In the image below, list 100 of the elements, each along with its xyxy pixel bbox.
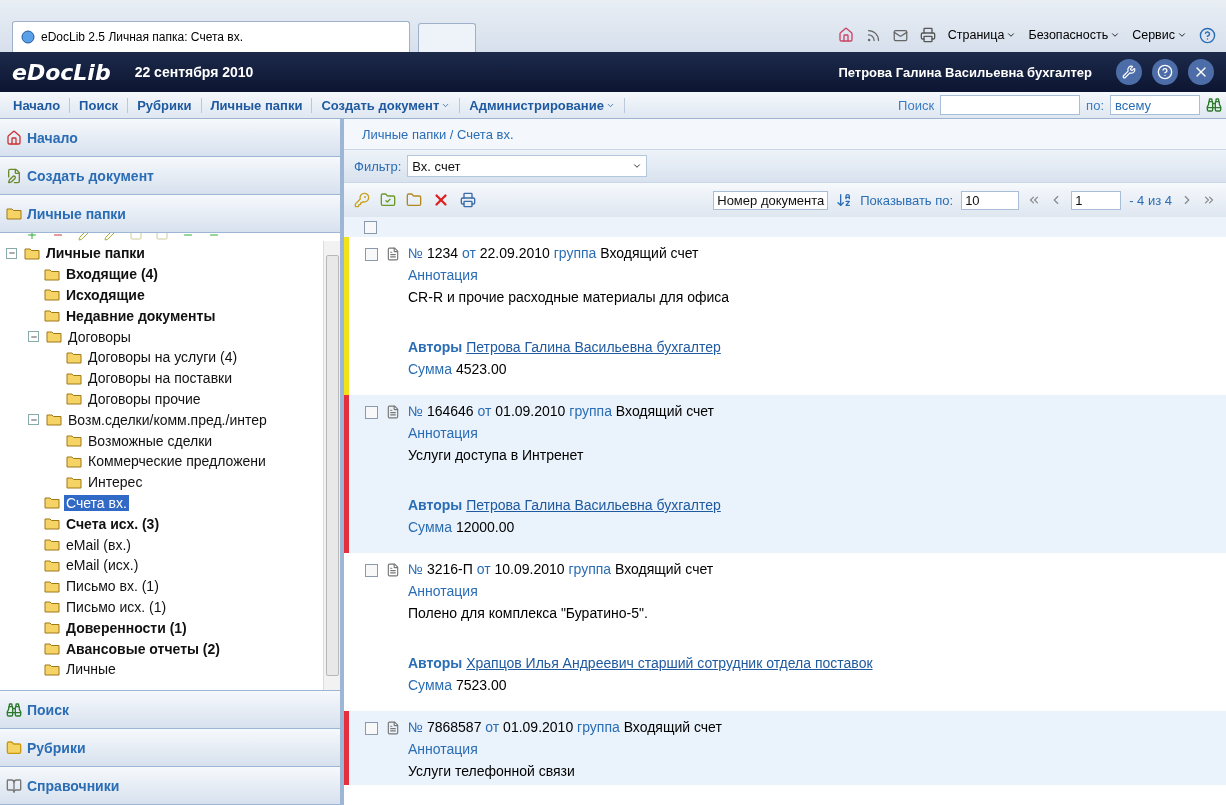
tree-item[interactable]: Личные <box>64 661 118 678</box>
folder-check-icon[interactable] <box>380 192 396 208</box>
menu-item[interactable]: Создать документ <box>312 97 461 113</box>
sidebar-section[interactable]: Создать документ <box>0 157 340 195</box>
tree-item[interactable]: Недавние документы <box>64 307 218 324</box>
annotation-text: Услуги доступа в Интренет <box>408 447 585 463</box>
annotation-label: Аннотация <box>408 425 479 441</box>
house-icon[interactable] <box>837 27 854 43</box>
tree-item[interactable]: Доверенности (1) <box>64 619 189 636</box>
tree-item[interactable]: Возм.сделки/комм.пред./интер <box>66 411 269 428</box>
tree-item[interactable]: Входящие (4) <box>64 266 160 283</box>
author-link[interactable]: Петрова Галина Васильевна бухгалтер <box>466 339 721 355</box>
browser-menu[interactable]: Сервис <box>1132 28 1187 42</box>
printer-icon[interactable] <box>460 192 476 208</box>
tree-item[interactable]: Авансовые отчеты (2) <box>64 640 222 657</box>
help-button[interactable] <box>1152 59 1178 85</box>
sidebar-section[interactable]: Поиск <box>0 691 340 729</box>
tree-item[interactable]: Коммерческие предложени <box>86 453 268 470</box>
settings-button[interactable] <box>1116 59 1142 85</box>
tree-item[interactable]: Счета исх. (3) <box>64 515 162 532</box>
tree-item[interactable]: eMail (исх.) <box>64 557 141 574</box>
search-field[interactable] <box>940 95 1081 115</box>
tree-item[interactable]: Интерес <box>86 474 145 491</box>
caret-icon <box>1110 30 1121 40</box>
section-label: Справочники <box>27 777 120 794</box>
sidebar-section[interactable]: Личные папки <box>0 195 340 233</box>
sidebar-section[interactable]: Рубрики <box>0 729 340 767</box>
row-checkbox[interactable] <box>365 722 378 735</box>
collapse-icon[interactable] <box>28 331 39 343</box>
sort-icon[interactable] <box>836 192 853 208</box>
menu-item[interactable]: Администрирование <box>460 97 625 113</box>
mail-icon[interactable] <box>892 27 908 43</box>
sidebar-section[interactable]: Начало <box>0 119 340 157</box>
row-checkbox[interactable] <box>365 406 378 419</box>
book-icon <box>6 777 22 794</box>
browser-menu[interactable]: Безопасность <box>1028 28 1121 42</box>
tree-item[interactable]: Письмо исх. (1) <box>64 598 169 615</box>
help-icon[interactable] <box>1199 26 1216 44</box>
browser-menu[interactable]: Страница <box>947 28 1017 42</box>
tree-item[interactable]: Возможные сделки <box>86 432 215 449</box>
menu-item[interactable]: Личные папки <box>201 97 313 113</box>
page-size-select[interactable]: 10 <box>961 190 1020 210</box>
annotation-label: Аннотация <box>408 583 479 599</box>
collapse-icon[interactable] <box>6 247 17 259</box>
app-logo: eDocLib <box>12 59 111 85</box>
tree-item[interactable]: Договоры на поставки <box>86 370 234 387</box>
author-link[interactable]: Храпцов Илья Андреевич старший сотрудник отдела поставок <box>466 655 873 671</box>
document-icon <box>386 563 400 577</box>
document-title: № 7868587 от 01.09.2010 группа Входящий счет <box>408 719 722 735</box>
filter-select[interactable]: Вх. счет <box>407 155 648 177</box>
annotation-label: Аннотация <box>408 741 479 757</box>
binoculars-icon <box>6 701 22 718</box>
scope-field[interactable]: всему <box>1110 95 1200 115</box>
delete-icon[interactable] <box>432 191 450 209</box>
select-all-checkbox[interactable] <box>364 220 377 234</box>
sum-line: Сумма 4523.00 <box>408 361 508 377</box>
feed-icon[interactable] <box>865 27 881 43</box>
close-button[interactable] <box>1188 59 1214 85</box>
row-checkbox[interactable] <box>365 564 378 577</box>
page-count: - 4 из 4 <box>1129 192 1172 208</box>
last-page-icon[interactable] <box>1202 193 1216 207</box>
menu-item[interactable]: Начало <box>4 97 71 113</box>
tree-item[interactable]: eMail (вх.) <box>64 536 133 553</box>
document-pencil-icon <box>6 167 22 184</box>
tree-item[interactable]: Договоры <box>66 328 133 345</box>
section-label: Создать документ <box>27 167 154 184</box>
filter-label: Фильтр: <box>354 158 402 174</box>
caret-icon <box>1006 30 1017 40</box>
menu-item[interactable]: Рубрики <box>128 97 202 113</box>
binoculars-icon[interactable] <box>1206 97 1222 113</box>
sort-field[interactable]: Номер документа <box>713 190 829 210</box>
tree-item[interactable]: Договоры прочие <box>86 390 203 407</box>
tree-item[interactable]: Счета вх. <box>64 494 129 511</box>
sum-line: Сумма 12000.00 <box>408 519 516 535</box>
tab-title: eDocLib 2.5 Личная папка: Счета вх. <box>41 30 243 44</box>
row-checkbox[interactable] <box>365 248 378 261</box>
menu-item[interactable]: Поиск <box>70 97 129 113</box>
author-link[interactable]: Петрова Галина Васильевна бухгалтер <box>466 497 721 513</box>
key-icon[interactable] <box>354 192 370 208</box>
browser-tab[interactable]: eDocLib 2.5 Личная папка: Счета вх. <box>12 21 410 52</box>
annotation-text: Услуги телефонной связи <box>408 763 576 779</box>
section-label: Начало <box>27 129 78 146</box>
tree-item[interactable]: Личные папки <box>44 245 147 262</box>
printer-icon[interactable] <box>919 27 936 43</box>
tree-item[interactable]: Договоры на услуги (4) <box>86 349 240 366</box>
tree-item[interactable]: Письмо вх. (1) <box>64 578 161 595</box>
breadcrumb: Личные папки / Счета вх. <box>362 126 514 142</box>
document-title: № 164646 от 01.09.2010 группа Входящий счет <box>408 403 716 419</box>
user-name: Петрова Галина Васильевна бухгалтер <box>838 64 1092 80</box>
annotation-text: CR-R и прочие расходные материалы для офиса <box>408 289 730 305</box>
collapse-icon[interactable] <box>28 414 39 426</box>
scrollbar[interactable] <box>323 241 340 690</box>
current-date: 22 сентября 2010 <box>134 64 254 80</box>
page-field[interactable]: 1 <box>1071 190 1122 210</box>
new-tab-button[interactable] <box>418 23 476 52</box>
annotation-text: Полено для комплекса "Буратино-5". <box>408 605 649 621</box>
sidebar-section[interactable]: Справочники <box>0 767 340 805</box>
scope-label: по: <box>1086 97 1104 113</box>
tree-item[interactable]: Исходящие <box>64 287 147 303</box>
section-label: Поиск <box>27 701 69 718</box>
